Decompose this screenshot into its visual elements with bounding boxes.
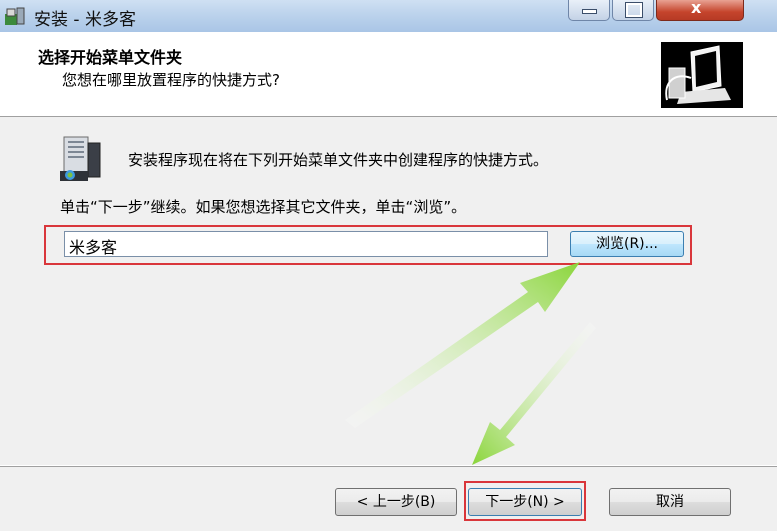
close-button[interactable]: x: [656, 0, 744, 21]
cancel-button[interactable]: 取消: [609, 488, 731, 516]
annotation-highlight-box: [44, 225, 692, 265]
wizard-content: 安装程序现在将在下列开始菜单文件夹中创建程序的快捷方式。 单击“下一步”继续。如…: [0, 117, 777, 465]
instruction-text: 单击“下一步”继续。如果您想选择其它文件夹，单击“浏览”。: [60, 198, 467, 216]
wizard-footer: < 上一步(B) 下一步(N) > 取消: [0, 467, 777, 531]
title-bar[interactable]: 安装 - 米多客 x: [0, 0, 777, 32]
page-title: 选择开始菜单文件夹: [38, 48, 183, 67]
maximize-icon: [625, 2, 643, 18]
page-subtitle: 您想在哪里放置程序的快捷方式?: [62, 71, 280, 89]
annotation-highlight-next: [464, 481, 586, 521]
back-button[interactable]: < 上一步(B): [335, 488, 457, 516]
maximize-button[interactable]: [612, 0, 654, 21]
wizard-header: 选择开始菜单文件夹 您想在哪里放置程序的快捷方式?: [0, 32, 777, 117]
minimize-button[interactable]: [568, 0, 610, 21]
minimize-icon: [582, 9, 597, 14]
window-title: 安装 - 米多客: [34, 10, 136, 30]
program-folder-icon: [60, 135, 102, 183]
close-icon: x: [691, 0, 702, 17]
info-text: 安装程序现在将在下列开始菜单文件夹中创建程序的快捷方式。: [128, 151, 549, 169]
installer-icon: [4, 6, 26, 26]
computer-setup-icon: [661, 42, 743, 108]
